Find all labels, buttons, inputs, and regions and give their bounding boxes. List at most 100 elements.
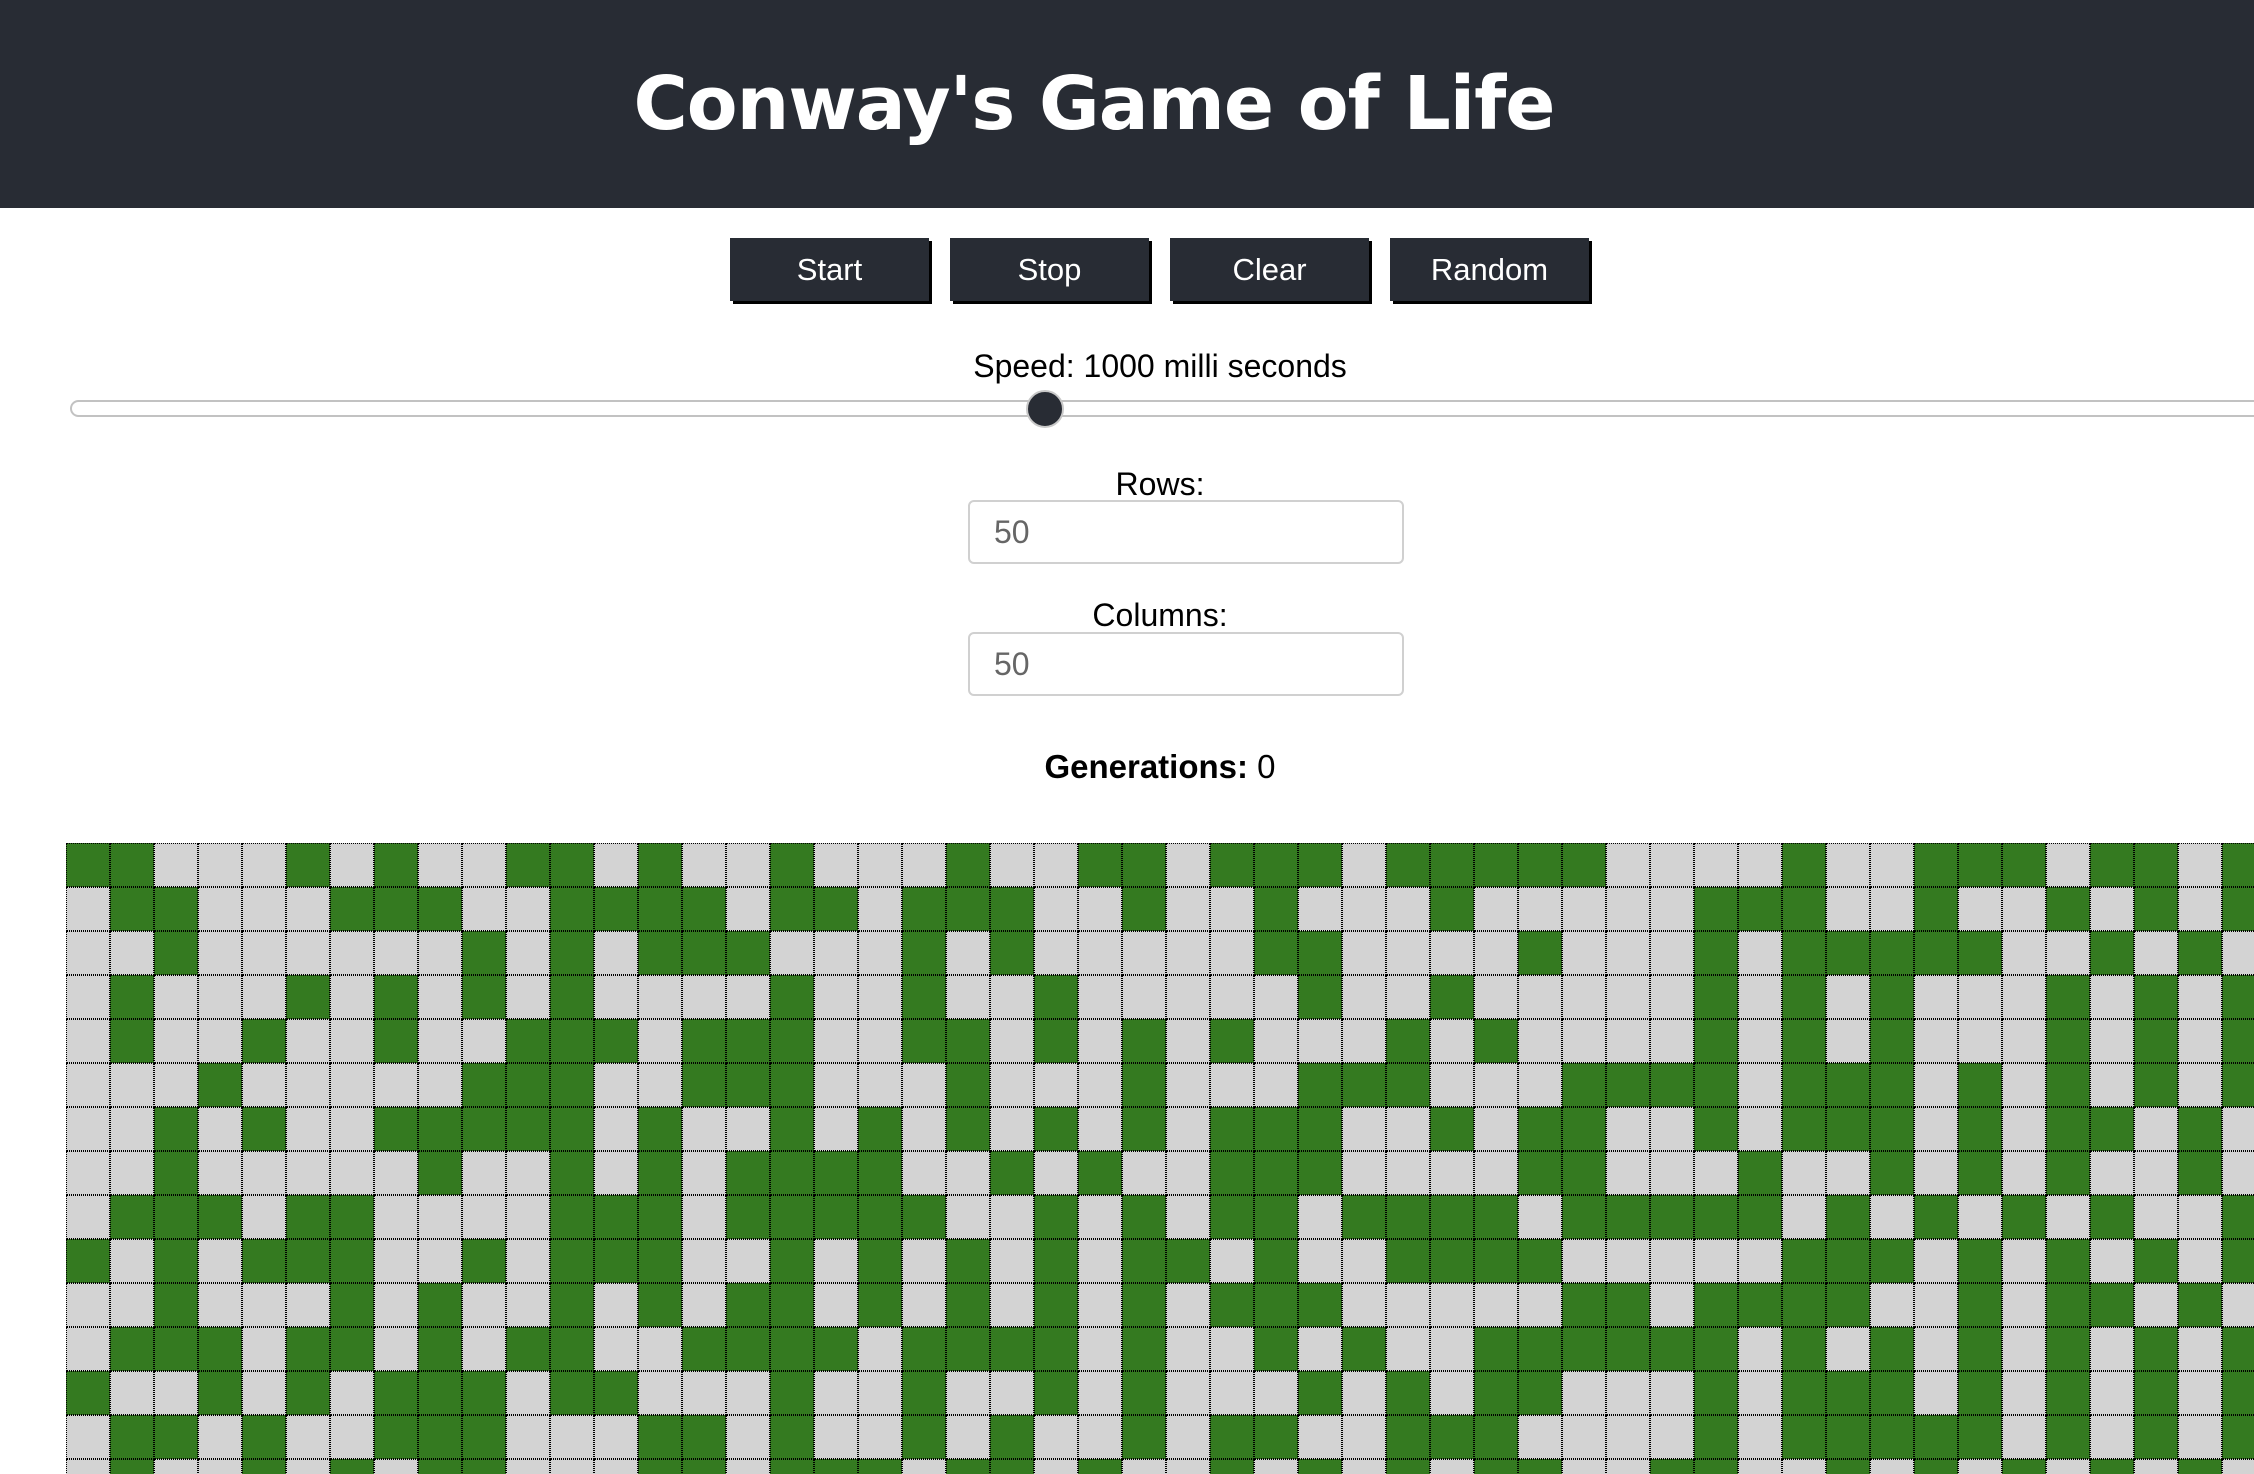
grid-cell[interactable] xyxy=(242,1327,286,1371)
grid-cell[interactable] xyxy=(1782,1459,1826,1474)
grid-cell[interactable] xyxy=(1254,1239,1298,1283)
grid-cell[interactable] xyxy=(1738,1019,1782,1063)
grid-cell[interactable] xyxy=(1034,1195,1078,1239)
grid-cell[interactable] xyxy=(1562,1107,1606,1151)
grid-cell[interactable] xyxy=(1958,1371,2002,1415)
grid-cell[interactable] xyxy=(462,1415,506,1459)
grid-cell[interactable] xyxy=(1298,1019,1342,1063)
grid-cell[interactable] xyxy=(66,1195,110,1239)
grid-cell[interactable] xyxy=(1782,931,1826,975)
grid-cell[interactable] xyxy=(770,1283,814,1327)
grid-cell[interactable] xyxy=(242,1195,286,1239)
grid-cell[interactable] xyxy=(990,975,1034,1019)
grid-cell[interactable] xyxy=(1606,1195,1650,1239)
grid-cell[interactable] xyxy=(1562,1239,1606,1283)
grid-cell[interactable] xyxy=(1386,1239,1430,1283)
grid-cell[interactable] xyxy=(902,1151,946,1195)
grid-cell[interactable] xyxy=(1694,1415,1738,1459)
grid-cell[interactable] xyxy=(1694,975,1738,1019)
grid-cell[interactable] xyxy=(770,843,814,887)
grid-cell[interactable] xyxy=(1078,931,1122,975)
grid-cell[interactable] xyxy=(1738,931,1782,975)
grid-cell[interactable] xyxy=(2046,1371,2090,1415)
grid-cell[interactable] xyxy=(682,1371,726,1415)
grid-cell[interactable] xyxy=(1650,1459,1694,1474)
grid-cell[interactable] xyxy=(1034,1283,1078,1327)
grid-cell[interactable] xyxy=(902,975,946,1019)
grid-cell[interactable] xyxy=(858,1415,902,1459)
grid-cell[interactable] xyxy=(902,1371,946,1415)
grid-cell[interactable] xyxy=(2090,1371,2134,1415)
grid-cell[interactable] xyxy=(2090,931,2134,975)
grid-cell[interactable] xyxy=(1826,1195,1870,1239)
grid-cell[interactable] xyxy=(2178,887,2222,931)
grid-cell[interactable] xyxy=(1254,931,1298,975)
grid-cell[interactable] xyxy=(374,1107,418,1151)
grid-cell[interactable] xyxy=(1914,1019,1958,1063)
grid-cell[interactable] xyxy=(1562,1415,1606,1459)
grid-cell[interactable] xyxy=(2222,1239,2254,1283)
grid-cell[interactable] xyxy=(770,1371,814,1415)
grid-cell[interactable] xyxy=(154,887,198,931)
grid-cell[interactable] xyxy=(1034,1019,1078,1063)
grid-cell[interactable] xyxy=(1122,1371,1166,1415)
grid-cell[interactable] xyxy=(1122,931,1166,975)
grid-cell[interactable] xyxy=(1342,843,1386,887)
grid-cell[interactable] xyxy=(374,975,418,1019)
grid-cell[interactable] xyxy=(1958,1195,2002,1239)
grid-cell[interactable] xyxy=(1430,1063,1474,1107)
grid-cell[interactable] xyxy=(1606,1107,1650,1151)
grid-cell[interactable] xyxy=(242,1151,286,1195)
grid-cell[interactable] xyxy=(1694,843,1738,887)
grid-cell[interactable] xyxy=(1870,1107,1914,1151)
grid-cell[interactable] xyxy=(1606,1371,1650,1415)
grid-cell[interactable] xyxy=(814,931,858,975)
grid-cell[interactable] xyxy=(2134,1459,2178,1474)
grid-cell[interactable] xyxy=(1386,843,1430,887)
grid-cell[interactable] xyxy=(1386,1063,1430,1107)
grid-cell[interactable] xyxy=(242,1283,286,1327)
grid-cell[interactable] xyxy=(1606,1283,1650,1327)
grid-cell[interactable] xyxy=(946,1019,990,1063)
grid-cell[interactable] xyxy=(550,1239,594,1283)
grid-cell[interactable] xyxy=(1782,1107,1826,1151)
grid-cell[interactable] xyxy=(462,1283,506,1327)
grid-cell[interactable] xyxy=(2046,1283,2090,1327)
grid-cell[interactable] xyxy=(2090,887,2134,931)
grid-cell[interactable] xyxy=(1078,1063,1122,1107)
grid-cell[interactable] xyxy=(418,1107,462,1151)
grid-cell[interactable] xyxy=(682,1283,726,1327)
grid-cell[interactable] xyxy=(1122,1415,1166,1459)
grid-cell[interactable] xyxy=(506,887,550,931)
grid-cell[interactable] xyxy=(1078,1371,1122,1415)
grid-cell[interactable] xyxy=(1870,887,1914,931)
grid-cell[interactable] xyxy=(814,1415,858,1459)
grid-cell[interactable] xyxy=(1914,1415,1958,1459)
grid-cell[interactable] xyxy=(1342,1195,1386,1239)
grid-cell[interactable] xyxy=(1342,1151,1386,1195)
grid-cell[interactable] xyxy=(2222,1459,2254,1474)
grid-cell[interactable] xyxy=(198,1107,242,1151)
grid-cell[interactable] xyxy=(1122,1063,1166,1107)
grid-cell[interactable] xyxy=(1914,1151,1958,1195)
grid-cell[interactable] xyxy=(330,1459,374,1474)
grid-cell[interactable] xyxy=(1210,843,1254,887)
grid-cell[interactable] xyxy=(1034,1063,1078,1107)
grid-cell[interactable] xyxy=(110,1371,154,1415)
grid-cell[interactable] xyxy=(2178,1459,2222,1474)
grid-cell[interactable] xyxy=(902,1239,946,1283)
grid-cell[interactable] xyxy=(66,1327,110,1371)
grid-cell[interactable] xyxy=(1254,975,1298,1019)
grid-cell[interactable] xyxy=(1210,1415,1254,1459)
grid-cell[interactable] xyxy=(1034,975,1078,1019)
grid-cell[interactable] xyxy=(2134,843,2178,887)
grid-cell[interactable] xyxy=(1870,1283,1914,1327)
grid-cell[interactable] xyxy=(1078,1151,1122,1195)
grid-cell[interactable] xyxy=(858,1107,902,1151)
grid-cell[interactable] xyxy=(198,931,242,975)
grid-cell[interactable] xyxy=(1298,975,1342,1019)
grid-cell[interactable] xyxy=(1034,1371,1078,1415)
grid-cell[interactable] xyxy=(682,1019,726,1063)
grid-cell[interactable] xyxy=(550,1283,594,1327)
grid-cell[interactable] xyxy=(2002,887,2046,931)
